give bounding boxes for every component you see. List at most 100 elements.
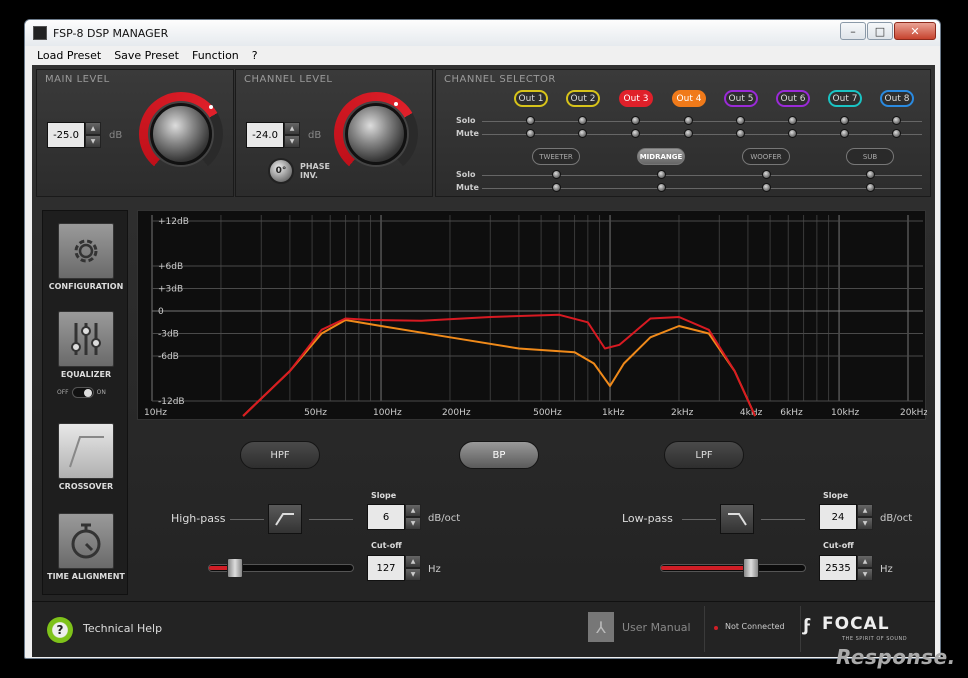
chevron-up-icon[interactable]: ▲ [857,504,873,517]
group-1-mute[interactable] [552,183,561,192]
main-level-value[interactable]: -25.0 [47,122,85,148]
lowpass-cutoff-label: Cut-off [823,541,854,550]
chevron-up-icon[interactable]: ▲ [405,504,421,517]
highpass-slope-stepper[interactable]: 6 ▲ ▼ [367,504,421,530]
group-1-solo[interactable] [552,170,561,179]
chevron-down-icon[interactable]: ▼ [405,568,421,581]
lowpass-slope-icon[interactable] [720,504,754,534]
output-8-mute[interactable] [892,129,901,138]
highpass-slider-thumb[interactable] [227,558,243,578]
group-tweeter-button[interactable]: TWEETER [532,148,580,165]
lowpass-cutoff-slider[interactable] [660,558,806,578]
group-midrange-button[interactable]: MIDRANGE [637,148,685,165]
sidebar-item-equalizer[interactable]: EQUALIZER [43,311,129,379]
group-2-solo[interactable] [657,170,666,179]
menu-load-preset[interactable]: Load Preset [37,49,101,62]
group-4-mute[interactable] [866,183,875,192]
output-2-solo[interactable] [578,116,587,125]
close-button[interactable]: ✕ [894,22,936,40]
channel-level-value[interactable]: -24.0 [246,122,284,148]
brand-tagline: THE SPIRIT OF SOUND [842,636,908,642]
chevron-up-icon[interactable]: ▲ [85,122,101,135]
help-icon[interactable]: ? [46,616,74,644]
frequency-response-graph: +12dB +6dB +3dB 0 -3dB -6dB -12dB 10Hz 50Hz 100Hz… [137,210,928,420]
chevron-up-icon[interactable]: ▲ [284,122,300,135]
output-7-solo[interactable] [840,116,849,125]
gear-icon[interactable] [58,223,114,279]
highpass-slope-value[interactable]: 6 [367,504,405,530]
menu-function[interactable]: Function [192,49,239,62]
output-2-mute[interactable] [578,129,587,138]
lowpass-slider-thumb[interactable] [743,558,759,578]
output-1-button[interactable]: Out 1 [514,90,548,107]
pdf-icon[interactable]: ⅄ [588,612,614,642]
chevron-down-icon[interactable]: ▼ [857,517,873,530]
output-3-button[interactable]: Out 3 [619,90,653,107]
user-manual-link[interactable]: User Manual [622,621,691,634]
stopwatch-icon[interactable] [58,513,114,569]
chevron-down-icon[interactable]: ▼ [85,135,101,148]
sidebar-item-crossover[interactable]: CROSSOVER [43,423,129,491]
phase-invert-button[interactable]: 0° [268,158,294,184]
group-sub-button[interactable]: SUB [846,148,894,165]
main-level-knob[interactable] [139,92,223,176]
output-2-button[interactable]: Out 2 [566,90,600,107]
menu-save-preset[interactable]: Save Preset [114,49,179,62]
lowpass-cutoff-stepper[interactable]: 2535 ▲ ▼ [819,555,873,581]
maximize-button[interactable]: □ [867,22,893,40]
channel-level-knob[interactable] [334,92,418,176]
equalizer-toggle[interactable]: OFF ON [57,387,106,398]
output-7-button[interactable]: Out 7 [828,90,862,107]
output-1-mute[interactable] [526,129,535,138]
chevron-up-icon[interactable]: ▲ [405,555,421,568]
menu-help[interactable]: ? [252,49,258,62]
output-4-solo[interactable] [684,116,693,125]
group-4-solo[interactable] [866,170,875,179]
output-7-mute[interactable] [840,129,849,138]
highpass-cutoff-value[interactable]: 127 [367,555,405,581]
lowpass-slope-stepper[interactable]: 24 ▲ ▼ [819,504,873,530]
brand-logo: FOCAL [822,614,890,634]
toggle-switch[interactable] [71,387,94,398]
output-4-mute[interactable] [684,129,693,138]
sidebar-item-configuration[interactable]: CONFIGURATION [43,223,129,291]
output-5-solo[interactable] [736,116,745,125]
output-6-button[interactable]: Out 6 [776,90,810,107]
group-3-mute[interactable] [762,183,771,192]
lpf-button[interactable]: LPF [664,441,744,469]
output-3-solo[interactable] [631,116,640,125]
sidebar-item-time-alignment[interactable]: TIME ALIGNMENT [43,513,129,581]
chevron-up-icon[interactable]: ▲ [857,555,873,568]
output-3-mute[interactable] [631,129,640,138]
minimize-button[interactable]: – [840,22,866,40]
group-2-mute[interactable] [657,183,666,192]
technical-help-link[interactable]: Technical Help [83,622,162,635]
lowpass-slider-fill [661,566,749,570]
group-woofer-button[interactable]: WOOFER [742,148,790,165]
chevron-down-icon[interactable]: ▼ [405,517,421,530]
highpass-cutoff-stepper[interactable]: 127 ▲ ▼ [367,555,421,581]
app-body: MAIN LEVEL -25.0 ▲ ▼ dB CHANNEL LEVEL -2… [32,65,935,657]
lowpass-cutoff-value[interactable]: 2535 [819,555,857,581]
output-6-solo[interactable] [788,116,797,125]
main-level-stepper[interactable]: -25.0 ▲ ▼ [47,122,101,148]
group-3-solo[interactable] [762,170,771,179]
output-6-mute[interactable] [788,129,797,138]
channel-level-stepper[interactable]: -24.0 ▲ ▼ [246,122,300,148]
output-4-button[interactable]: Out 4 [672,90,706,107]
highpass-cutoff-slider[interactable] [208,558,354,578]
bp-button[interactable]: BP [459,441,539,469]
crossover-icon[interactable] [58,423,114,479]
hpf-button[interactable]: HPF [240,441,320,469]
output-5-button[interactable]: Out 5 [724,90,758,107]
output-5-mute[interactable] [736,129,745,138]
output-1-solo[interactable] [526,116,535,125]
chevron-down-icon[interactable]: ▼ [284,135,300,148]
highpass-slope-icon[interactable] [268,504,302,534]
lowpass-slope-value[interactable]: 24 [819,504,857,530]
output-8-button[interactable]: Out 8 [880,90,914,107]
chevron-down-icon[interactable]: ▼ [857,568,873,581]
sliders-icon[interactable] [58,311,114,367]
output-8-solo[interactable] [892,116,901,125]
group-mute-label: Mute [456,183,479,192]
